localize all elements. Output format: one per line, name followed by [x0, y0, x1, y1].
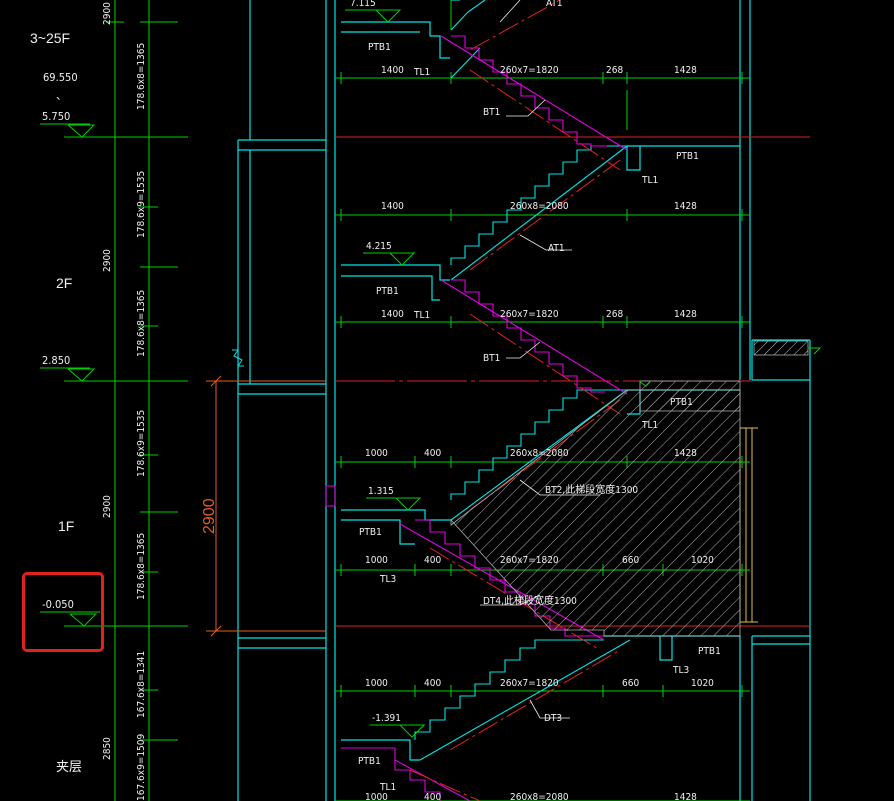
dim-400-d: 400 [424, 792, 441, 801]
slab-hatch-right [753, 340, 809, 356]
label-dt3: DT3 [544, 713, 562, 724]
label-tl3-b: TL3 [672, 665, 689, 676]
label-ptb1-e: PTB1 [359, 527, 382, 538]
label-tl1-a: TL1 [413, 67, 430, 78]
riser-dim-5: 178.6x8=1365 [136, 533, 147, 600]
elevation-2850: 2.850 [42, 354, 70, 367]
riser-dim-1: 178.6x8=1365 [136, 43, 147, 110]
dim-268-b: 268 [606, 309, 623, 320]
label-ptb1-f: PTB1 [698, 646, 721, 657]
floor-label-1F: 1F [58, 518, 74, 534]
highlight-box-elevation-minus-0050 [22, 572, 104, 652]
dim-1020-a: 1020 [691, 555, 714, 566]
dim-1428-d: 1428 [674, 448, 697, 459]
label-tl1-c: TL1 [413, 310, 430, 321]
dim-1400-b: 1400 [381, 201, 404, 212]
dim-660-a: 660 [622, 555, 639, 566]
dim-268-a: 268 [606, 65, 623, 76]
floor-label-mezzanine: 夹层 [56, 759, 82, 774]
stair-flights-cyan [414, 0, 631, 761]
riser-dim-4: 178.6x9=1535 [136, 410, 147, 477]
stair-level-texts: 7.115 4.215 1.315 -1.391 [350, 0, 401, 724]
left-wall [237, 0, 336, 801]
dim-1020-b: 1020 [691, 678, 714, 689]
storey-height-top: 2900 [102, 2, 113, 25]
elevation-69550: 69.550 [43, 71, 78, 84]
dim-660-b: 660 [622, 678, 639, 689]
label-tl3-a: TL3 [379, 574, 396, 585]
floor-labels: 3~25F 2F 1F 夹层 [30, 30, 82, 774]
window-column [739, 427, 758, 623]
storey-height-1F-large: 2900 [201, 498, 218, 534]
label-at1-a: AT1 [546, 0, 563, 9]
dim-flight-g: 260x8=2080 [510, 792, 569, 801]
orange-dimension [206, 375, 326, 637]
dim-flight-f: 260x7=1820 [500, 678, 559, 689]
label-tl1-d: TL1 [641, 420, 658, 431]
label-bt2: BT2,此梯段宽度1300 [545, 483, 638, 496]
floor-label-3-25F: 3~25F [30, 30, 70, 46]
label-ptb1-c: PTB1 [376, 286, 399, 297]
dim-flight-a: 260x7=1820 [500, 65, 559, 76]
label-tl1-b: TL1 [641, 175, 658, 186]
dim-1000-a: 1000 [365, 448, 388, 459]
dim-1428-c: 1428 [674, 309, 697, 320]
stair-level-minus-1391: -1.391 [372, 713, 401, 724]
riser-dim-7: 167.6x9=1509 [136, 734, 147, 801]
dim-400-b: 400 [424, 555, 441, 566]
label-ptb1-a: PTB1 [368, 42, 391, 53]
dim-flight-b: 260x8=2080 [510, 201, 569, 212]
column-stub [325, 485, 336, 507]
dim-1000-b: 1000 [365, 555, 388, 566]
dim-400-a: 400 [424, 448, 441, 459]
label-dt4: DT4,此梯段宽度1300 [483, 594, 577, 607]
dim-1428-a: 1428 [674, 65, 697, 76]
cad-drawing-canvas: 3~25F 2F 1F 夹层 69.550 、 5.750 2.850 -0.0… [30, 0, 822, 801]
riser-dim-2: 178.6x9=1535 [136, 171, 147, 238]
dim-1000-c: 1000 [365, 678, 388, 689]
label-bt1-b: BT1 [483, 353, 500, 364]
label-at1-b: AT1 [548, 243, 565, 254]
storey-height-2F: 2900 [102, 249, 113, 272]
dim-1400-a: 1400 [381, 65, 404, 76]
label-ptb1-g: PTB1 [358, 756, 381, 767]
dim-flight-d: 260x8=2080 [510, 448, 569, 459]
riser-dim-6: 167.6x8=1341 [136, 651, 147, 718]
floor-label-2F: 2F [56, 275, 72, 291]
label-bt1-a: BT1 [483, 107, 500, 118]
label-ptb1-b: PTB1 [676, 151, 699, 162]
riser-dim-3: 178.6x8=1365 [136, 290, 147, 357]
elevation-5750: 5.750 [42, 110, 70, 123]
dim-1000-d: 1000 [365, 792, 388, 801]
right-walls [739, 0, 811, 801]
stair-level-top: 7.115 [350, 0, 376, 9]
dim-1400-c: 1400 [381, 309, 404, 320]
dim-flight-c: 260x7=1820 [500, 309, 559, 320]
elevation-separator: 、 [56, 89, 67, 102]
dim-1428-b: 1428 [674, 201, 697, 212]
storey-height-1F: 2900 [102, 495, 113, 518]
stair-level-4215: 4.215 [366, 241, 392, 252]
dim-flight-e: 260x7=1820 [500, 555, 559, 566]
vertical-dimension-texts: 2900 2900 2900 2850 178.6x8=1365 178.6x9… [102, 2, 147, 801]
stair-level-1315: 1.315 [368, 486, 394, 497]
dim-1428-e: 1428 [674, 792, 697, 801]
storey-height-mezz: 2850 [102, 737, 113, 760]
label-ptb1-d: PTB1 [670, 397, 693, 408]
dim-400-c: 400 [424, 678, 441, 689]
